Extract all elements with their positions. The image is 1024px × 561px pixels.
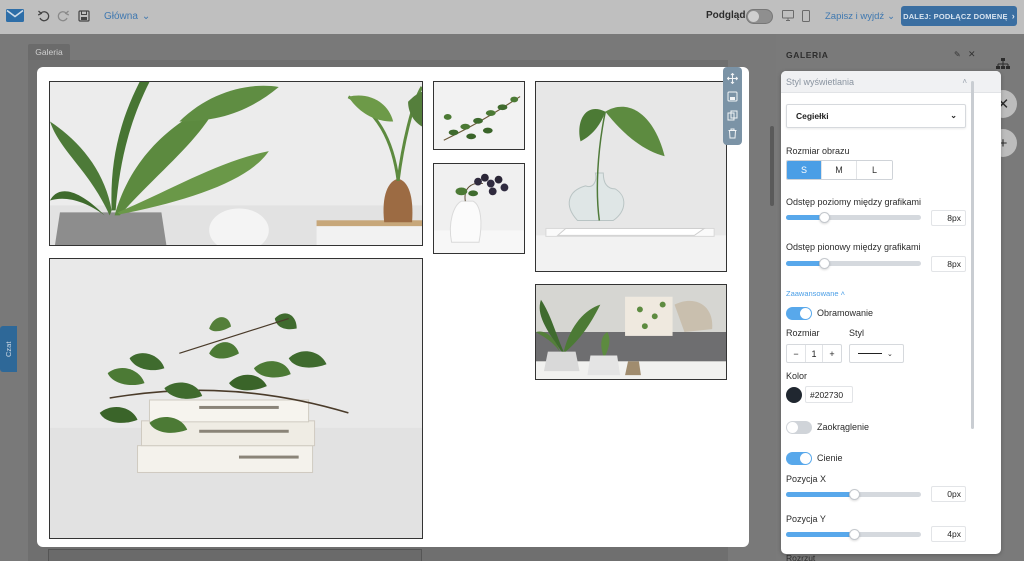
mobile-icon[interactable] bbox=[802, 10, 810, 22]
slider-thumb[interactable] bbox=[849, 529, 860, 540]
canvas-scrollbar[interactable] bbox=[770, 126, 774, 206]
position-y-label: Pozycja Y bbox=[786, 514, 826, 524]
border-size-value[interactable]: 1 bbox=[805, 345, 823, 362]
block-tools bbox=[723, 67, 742, 145]
v-spacing-slider[interactable] bbox=[786, 258, 921, 269]
slider-thumb[interactable] bbox=[849, 489, 860, 500]
position-y-input[interactable]: 4px bbox=[931, 526, 966, 542]
h-spacing-label: Odstęp poziomy między grafikami bbox=[786, 197, 922, 207]
rounding-label: Zaokrąglenie bbox=[817, 422, 870, 432]
color-label: Kolor bbox=[786, 371, 808, 381]
size-option-l[interactable]: L bbox=[857, 161, 892, 179]
border-switch[interactable] bbox=[786, 307, 812, 320]
h-spacing-input[interactable]: 8px bbox=[931, 210, 966, 226]
size-option-s[interactable]: S bbox=[787, 161, 822, 179]
advanced-label: Zaawansowane bbox=[786, 289, 839, 298]
position-y-slider[interactable] bbox=[786, 529, 921, 540]
rounding-switch[interactable] bbox=[786, 421, 812, 434]
chevron-down-icon: ⌄ bbox=[950, 111, 957, 120]
display-style-header[interactable]: Styl wyświetlania ˄ bbox=[781, 71, 1001, 93]
save-and-exit-label: Zapisz i wyjdź bbox=[825, 11, 885, 22]
layout-select[interactable]: Cegiełki ⌄ bbox=[786, 104, 966, 128]
duplicate-icon[interactable] bbox=[727, 110, 738, 121]
preview-label: Podgląd bbox=[706, 10, 746, 21]
gallery-image-5[interactable] bbox=[535, 284, 727, 380]
page-select[interactable]: Główna ⌄ bbox=[104, 11, 150, 22]
envelope-logo-icon[interactable] bbox=[6, 9, 24, 22]
gallery-image-1[interactable] bbox=[49, 81, 423, 246]
chevron-down-icon: ⌄ bbox=[141, 11, 151, 22]
h-spacing-slider[interactable] bbox=[786, 212, 921, 223]
border-size-stepper: − 1 + bbox=[786, 344, 842, 363]
trash-icon[interactable] bbox=[727, 128, 738, 139]
shadows-switch[interactable] bbox=[786, 452, 812, 465]
color-hex-input[interactable]: #202730 bbox=[805, 386, 853, 403]
chevron-up-icon: ˄ bbox=[962, 77, 967, 86]
chevron-right-icon: › bbox=[1011, 11, 1015, 21]
next-connect-domain-button[interactable]: DALEJ: PODŁĄCZ DOMENĘ › bbox=[901, 6, 1017, 26]
gallery-section-tab[interactable]: Galeria bbox=[28, 44, 70, 60]
sitemap-icon[interactable] bbox=[996, 58, 1010, 70]
chat-tab[interactable]: Czat bbox=[0, 326, 17, 372]
image-size-selector: S M L bbox=[786, 160, 893, 180]
preview-toggle[interactable] bbox=[746, 9, 773, 24]
v-spacing-input[interactable]: 8px bbox=[931, 256, 966, 272]
side-panel-title: GALERIA bbox=[786, 50, 829, 60]
gallery-image-2[interactable] bbox=[433, 81, 525, 150]
gallery-image-6[interactable] bbox=[49, 258, 423, 539]
gallery-settings-panel: Styl wyświetlania ˄ Cegiełki ⌄ Rozmiar o… bbox=[781, 71, 1001, 554]
close-icon[interactable]: ✕ bbox=[968, 49, 976, 60]
save-and-exit-link[interactable]: Zapisz i wyjdź ⌄ bbox=[825, 11, 895, 22]
increment-button[interactable]: + bbox=[823, 345, 841, 362]
pin-icon[interactable]: ✎ bbox=[954, 50, 961, 59]
next-section-outline bbox=[48, 549, 422, 561]
shadows-label: Cienie bbox=[817, 453, 843, 463]
border-style-select[interactable]: ⌄ bbox=[849, 344, 904, 363]
chevron-up-icon: ˄ bbox=[840, 289, 846, 298]
advanced-toggle[interactable]: Zaawansowane ˄ bbox=[786, 289, 845, 298]
position-x-label: Pozycja X bbox=[786, 474, 827, 484]
image-size-label: Rozmiar obrazu bbox=[786, 146, 850, 156]
top-toolbar: Główna ⌄ Podgląd Zapisz i wyjdź ⌄ DALEJ:… bbox=[0, 0, 1024, 34]
border-label: Obramowanie bbox=[817, 308, 874, 318]
solid-line-icon bbox=[858, 353, 882, 354]
v-spacing-label: Odstęp pionowy między grafikami bbox=[786, 242, 921, 252]
decrement-button[interactable]: − bbox=[787, 345, 805, 362]
save-icon[interactable] bbox=[77, 9, 91, 23]
chevron-down-icon: ⌄ bbox=[887, 11, 896, 22]
panel-scrollbar[interactable] bbox=[971, 81, 974, 429]
position-x-input[interactable]: 0px bbox=[931, 486, 966, 502]
layout-spread-label: Rozrzut bbox=[786, 553, 816, 561]
save-block-icon[interactable] bbox=[727, 91, 738, 102]
gallery-image-3[interactable] bbox=[433, 163, 525, 254]
border-style-label: Styl bbox=[849, 328, 865, 338]
desktop-icon[interactable] bbox=[782, 10, 794, 21]
slider-thumb[interactable] bbox=[819, 212, 830, 223]
page-select-label: Główna bbox=[104, 11, 138, 22]
undo-icon[interactable] bbox=[37, 9, 51, 23]
chevron-down-icon: ⌄ bbox=[887, 350, 893, 358]
gallery-block[interactable] bbox=[37, 67, 749, 547]
display-style-title: Styl wyświetlania bbox=[786, 76, 855, 87]
color-swatch[interactable] bbox=[786, 387, 802, 403]
move-icon[interactable] bbox=[727, 72, 738, 84]
gallery-image-4[interactable] bbox=[535, 81, 727, 272]
redo-icon[interactable] bbox=[56, 9, 70, 23]
border-size-label: Rozmiar bbox=[786, 328, 820, 338]
position-x-slider[interactable] bbox=[786, 489, 921, 500]
slider-thumb[interactable] bbox=[819, 258, 830, 269]
layout-select-value: Cegiełki bbox=[796, 111, 829, 121]
size-option-m[interactable]: M bbox=[822, 161, 857, 179]
next-button-label: DALEJ: PODŁĄCZ DOMENĘ bbox=[903, 11, 1008, 21]
